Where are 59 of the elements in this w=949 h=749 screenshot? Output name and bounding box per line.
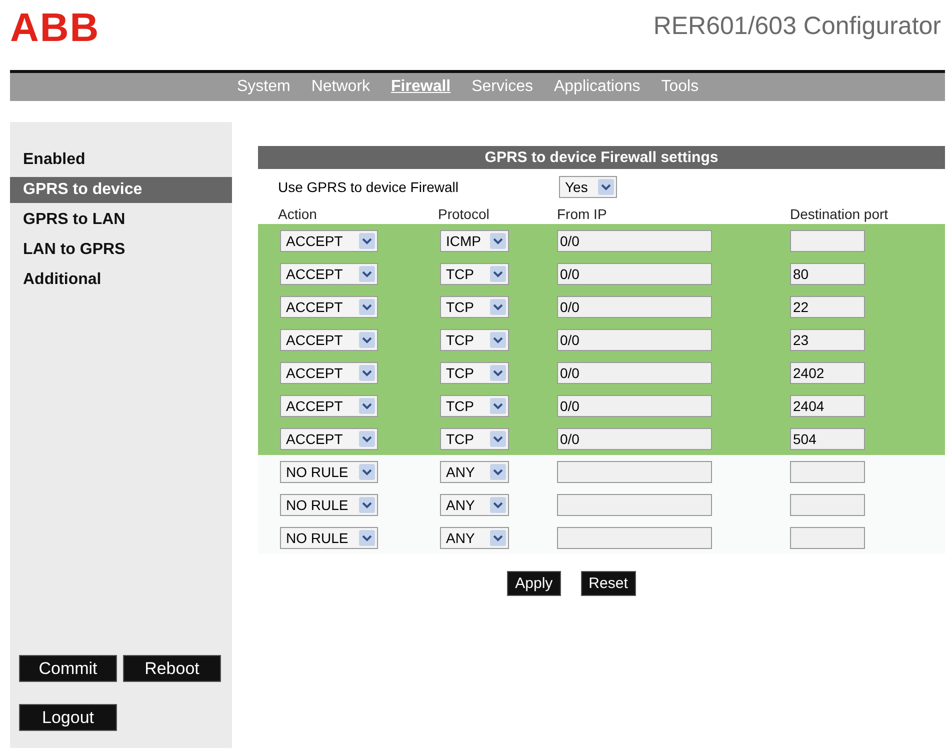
port-field[interactable]: 504 [790, 428, 865, 450]
protocol-select[interactable]: TCP [440, 428, 509, 450]
from-ip-field[interactable]: 0/0 [557, 230, 712, 252]
from-ip-field[interactable] [557, 494, 712, 516]
port-field[interactable]: 23 [790, 328, 865, 350]
apply-button[interactable]: Apply [507, 571, 561, 596]
from-ip-field[interactable]: 0/0 [557, 394, 712, 416]
from-ip-field[interactable]: 0/0 [557, 362, 712, 384]
action-select[interactable]: ACCEPT [280, 362, 378, 384]
action-select[interactable]: ACCEPT [280, 296, 378, 318]
app-title: RER601/603 Configurator [653, 12, 941, 41]
from-ip-field[interactable]: 0/0 [557, 428, 712, 450]
sidebar-item[interactable]: GPRS to LAN [10, 207, 232, 233]
from-ip-field[interactable] [557, 460, 712, 482]
sidebar-item[interactable]: Enabled [10, 147, 232, 173]
protocol-select[interactable]: TCP [440, 362, 509, 384]
port-field[interactable]: 80 [790, 262, 865, 284]
field-label: Use GPRS to device Firewall [278, 178, 460, 194]
protocol-select[interactable]: TCP [440, 262, 509, 284]
reboot-button[interactable]: Reboot [123, 655, 221, 682]
protocol-select[interactable]: TCP [440, 394, 509, 416]
action-select[interactable]: ACCEPT [280, 262, 378, 284]
port-field[interactable] [790, 494, 865, 516]
protocol-select[interactable]: ANY [440, 460, 509, 482]
commit-button[interactable]: Commit [19, 655, 117, 682]
action-select[interactable]: NO RULE [280, 460, 378, 482]
logo: ABB [10, 6, 100, 50]
port-field[interactable]: 2404 [790, 394, 865, 416]
protocol-select[interactable]: ANY [440, 494, 509, 516]
column-header: Protocol [438, 206, 490, 222]
column-header: Action [278, 206, 318, 222]
column-header: Destination port [790, 206, 890, 222]
port-field[interactable] [790, 460, 865, 482]
port-field[interactable]: 22 [790, 296, 865, 318]
port-field[interactable]: 2402 [790, 362, 865, 384]
sidebar-item[interactable]: Additional [10, 267, 232, 293]
action-select[interactable]: ACCEPT [280, 428, 378, 450]
action-select[interactable]: ACCEPT [280, 230, 378, 252]
protocol-select[interactable]: TCP [440, 296, 509, 318]
protocol-select[interactable]: TCP [440, 328, 509, 350]
protocol-select[interactable]: ANY [440, 526, 509, 548]
port-field[interactable] [790, 230, 865, 252]
logout-button[interactable]: Logout [19, 704, 117, 731]
sidebar-item[interactable]: LAN to GPRS [10, 237, 232, 263]
action-select[interactable]: ACCEPT [280, 328, 378, 350]
action-select[interactable]: NO RULE [280, 494, 378, 516]
column-header: From IP [557, 206, 608, 222]
action-select[interactable]: ACCEPT [280, 394, 378, 416]
panel-title: GPRS to device Firewall settings [258, 146, 945, 169]
from-ip-field[interactable]: 0/0 [557, 328, 712, 350]
action-select[interactable]: NO RULE [280, 526, 378, 548]
select-field[interactable]: Yes [559, 176, 617, 198]
from-ip-field[interactable]: 0/0 [557, 296, 712, 318]
from-ip-field[interactable] [557, 526, 712, 548]
sidebar-item[interactable]: GPRS to device [10, 177, 232, 203]
protocol-select[interactable]: ICMP [440, 230, 509, 252]
reset-button[interactable]: Reset [580, 571, 636, 596]
from-ip-field[interactable]: 0/0 [557, 262, 712, 284]
port-field[interactable] [790, 526, 865, 548]
